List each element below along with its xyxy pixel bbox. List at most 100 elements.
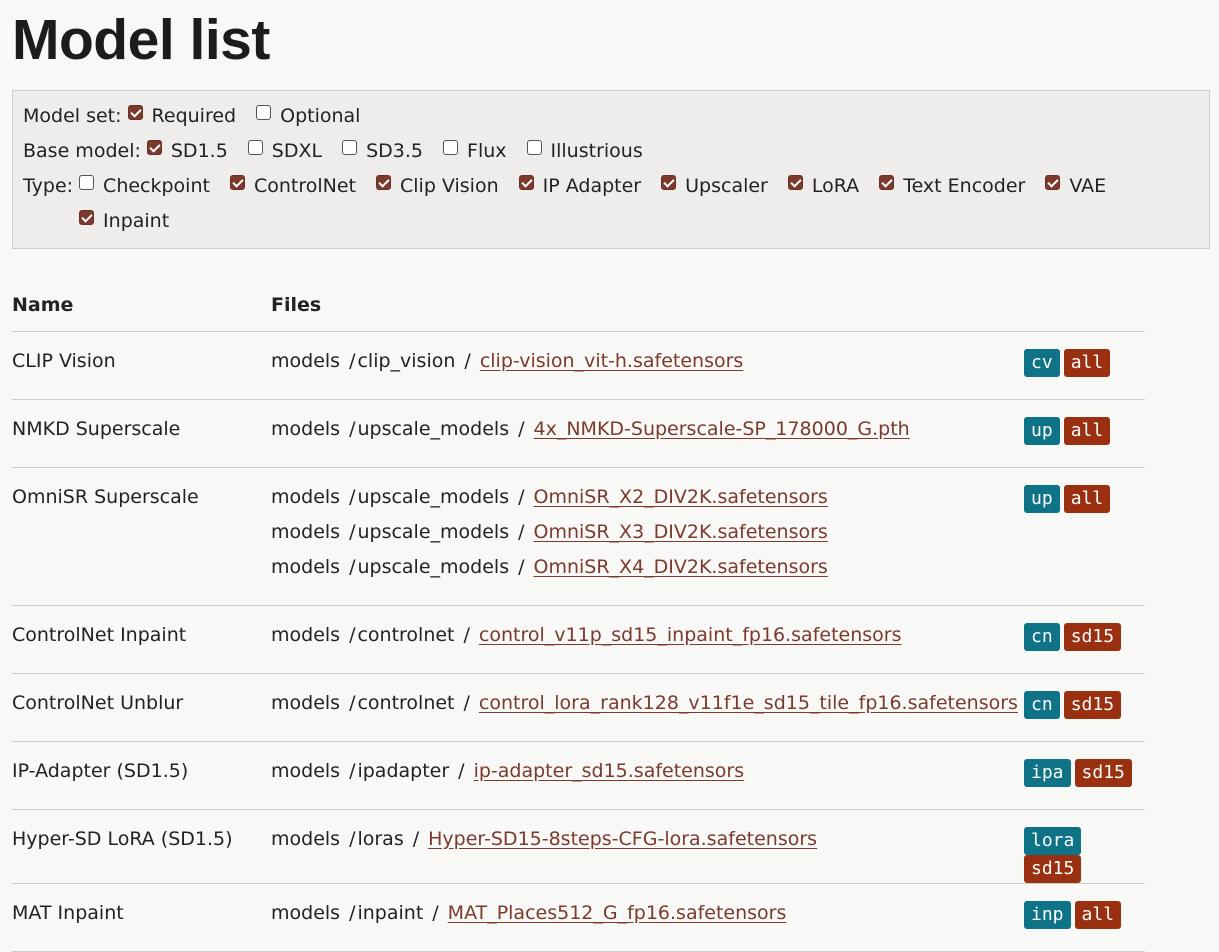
model-files: models / ipadapter / ip-adapter_sd15.safeten… <box>271 741 1024 810</box>
checkbox-label[interactable]: Inpaint <box>103 204 169 239</box>
file-link[interactable]: control_v11p_sd15_inpaint_fp16.safetenso… <box>479 624 902 646</box>
path-root: models <box>271 760 341 782</box>
file-link[interactable]: OmniSR_X2_DIV2K.safetensors <box>534 486 828 508</box>
checkbox[interactable] <box>518 175 534 190</box>
type-label: Type: <box>23 175 74 197</box>
model-table: Name Files CLIP Vision models / clip_vision… <box>12 279 1145 952</box>
checkbox-label[interactable]: ControlNet <box>254 169 356 204</box>
table-row: ControlNet Inpaint models / controlnet / cont… <box>12 605 1145 674</box>
checkbox-label[interactable]: VAE <box>1069 169 1106 204</box>
checkbox-label[interactable]: Text Encoder <box>903 169 1025 204</box>
checkbox[interactable] <box>127 105 143 120</box>
path-separator: / <box>518 556 525 578</box>
model-tags: cn sd15 <box>1024 673 1145 742</box>
model-tags: cn sd15 <box>1024 605 1145 674</box>
checkbox[interactable] <box>79 210 95 225</box>
checkbox-label[interactable]: Optional <box>280 99 360 134</box>
checkbox[interactable] <box>443 140 459 155</box>
type-option-inpaint[interactable]: Inpaint <box>79 204 169 239</box>
type-option-text-encoder[interactable]: Text Encoder <box>879 169 1025 204</box>
base-model-tag: all <box>1063 485 1111 513</box>
checkbox[interactable] <box>376 175 391 190</box>
model-set-option-required[interactable]: Required <box>127 99 237 134</box>
model-name: ControlNet Inpaint <box>12 605 271 674</box>
checkbox[interactable] <box>146 140 162 155</box>
file-link[interactable]: clip-vision_vit-h.safetensors <box>480 350 744 372</box>
type-option-lora[interactable]: LoRA <box>787 169 859 204</box>
checkbox[interactable] <box>79 175 95 190</box>
checkbox[interactable] <box>342 140 358 155</box>
file-link[interactable]: control_lora_rank128_v11f1e_sd15_tile_fp… <box>479 692 1018 714</box>
base-model-option-sd1-5[interactable]: SD1.5 <box>146 134 228 169</box>
model-files: models / inpaint / MAT_Places512_G_fp16.safe… <box>271 883 1024 952</box>
path-separator: / <box>458 760 465 782</box>
path-separator: / <box>464 350 471 372</box>
file-link[interactable]: MAT_Places512_G_fp16.safetensors <box>448 902 787 924</box>
model-set-option-optional[interactable]: Optional <box>256 99 360 134</box>
table-row: MAT Inpaint models / inpaint / MAT_Places512_… <box>12 883 1145 952</box>
checkbox[interactable] <box>526 140 542 155</box>
checkbox-label[interactable]: SD3.5 <box>366 134 423 169</box>
type-filter: Type: Checkpoint ControlNet Clip Vision IP … <box>23 169 1199 239</box>
checkbox[interactable] <box>247 140 263 155</box>
model-set-filter: Model set: Required Optional <box>23 99 1199 134</box>
type-option-vae[interactable]: VAE <box>1045 169 1106 204</box>
type-option-ip-adapter[interactable]: IP Adapter <box>518 169 641 204</box>
model-files: models / upscale_models / OmniSR_X2_DIV2K.sa… <box>271 467 1024 606</box>
file-link[interactable]: OmniSR_X3_DIV2K.safetensors <box>534 521 828 543</box>
file-link[interactable]: ip-adapter_sd15.safetensors <box>474 760 745 782</box>
type-tag: up <box>1024 485 1060 513</box>
checkbox-label[interactable]: Illustrious <box>551 134 643 169</box>
path-folder: upscale_models <box>357 486 510 508</box>
checkbox-label[interactable]: IP Adapter <box>543 169 641 204</box>
type-option-controlnet[interactable]: ControlNet <box>229 169 356 204</box>
type-option-clip-vision[interactable]: Clip Vision <box>376 169 499 204</box>
checkbox-label[interactable]: Upscaler <box>685 169 768 204</box>
path-root: models <box>271 902 341 924</box>
model-name: Hyper-SD LoRA (SD1.5) <box>12 809 271 884</box>
model-files: models / loras / Hyper-SD15-8steps-CFG-lora.… <box>271 809 1024 884</box>
path-folder: inpaint <box>357 902 424 924</box>
path-root: models <box>271 486 341 508</box>
type-tag: cn <box>1024 623 1060 651</box>
checkbox[interactable] <box>879 175 895 190</box>
checkbox-label[interactable]: LoRA <box>812 169 859 204</box>
base-model-option-sdxl[interactable]: SDXL <box>247 134 322 169</box>
file-path: models / loras / Hyper-SD15-8steps-CFG-lora.… <box>271 828 1024 863</box>
base-model-option-illustrious[interactable]: Illustrious <box>526 134 643 169</box>
checkbox[interactable] <box>661 175 677 190</box>
checkbox-label[interactable]: Checkpoint <box>103 169 210 204</box>
checkbox[interactable] <box>256 105 272 120</box>
table-row: NMKD Superscale models / upscale_models/4x_… <box>12 399 1145 468</box>
type-option-checkpoint[interactable]: Checkpoint <box>79 169 210 204</box>
file-link[interactable]: 4x_NMKD-Superscale-SP_178000_G.pth <box>534 418 910 440</box>
filter-panel: Model set: Required Optional Base model: … <box>12 90 1210 249</box>
path-separator: / <box>349 760 356 782</box>
checkbox[interactable] <box>229 175 245 190</box>
checkbox-label[interactable]: Required <box>152 99 237 134</box>
checkbox-label[interactable]: Clip Vision <box>400 169 499 204</box>
type-option-upscaler[interactable]: Upscaler <box>661 169 768 204</box>
checkbox[interactable] <box>1045 175 1061 190</box>
checkbox-label[interactable]: Flux <box>467 134 507 169</box>
type-tag: inp <box>1024 901 1071 929</box>
model-name: MAT Inpaint <box>12 883 271 952</box>
checkbox-label[interactable]: SD1.5 <box>171 134 228 169</box>
base-model-option-flux[interactable]: Flux <box>443 134 507 169</box>
path-root: models <box>271 350 341 372</box>
file-path: models / ipadapter / ip-adapter_sd15.safeten… <box>271 760 1024 795</box>
base-model-option-sd3-5[interactable]: SD3.5 <box>342 134 423 169</box>
page: Model list Model set: Required Optional B… <box>0 0 1219 952</box>
path-separator: / <box>518 521 525 543</box>
file-link[interactable]: OmniSR_X4_DIV2K.safetensors <box>534 556 828 578</box>
file-link[interactable]: Hyper-SD15-8steps-CFG-lora.safetensors <box>428 828 817 850</box>
path-separator: / <box>412 828 420 850</box>
model-name: NMKD Superscale <box>12 399 271 468</box>
checkbox[interactable] <box>787 175 803 190</box>
path-folder: ipadapter <box>357 760 450 782</box>
path-separator: / <box>518 418 525 440</box>
path-separator: / <box>349 521 356 543</box>
type-tag: cv <box>1024 349 1060 377</box>
checkbox-label[interactable]: SDXL <box>272 134 322 169</box>
model-files: models / controlnet / control_lora_rank128_v… <box>271 673 1024 742</box>
